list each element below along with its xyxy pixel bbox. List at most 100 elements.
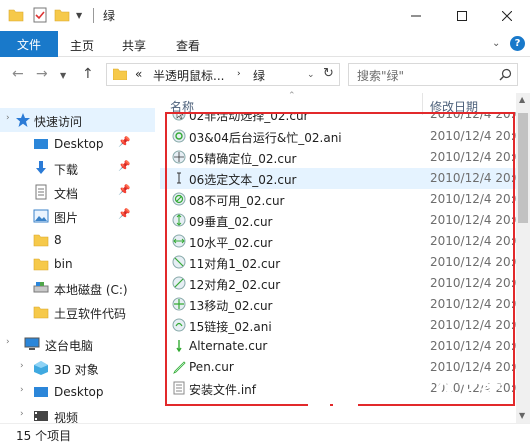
sidebar-item-label: Desktop	[54, 137, 104, 151]
tab-home[interactable]: 主页	[70, 37, 94, 54]
list-item[interactable]: 08不可用_02.cur 2010/12/4 20:0	[160, 189, 516, 210]
animated-cursor-icon	[172, 129, 186, 143]
cursor-file-icon	[172, 192, 186, 206]
list-item[interactable]: Alternate.cur 2010/12/4 20:0	[160, 336, 516, 357]
watermark-url: www.win10xitong.com	[376, 406, 512, 420]
recent-locations-icon[interactable]: ▼	[60, 71, 66, 80]
chevron-right-icon[interactable]: ›	[20, 361, 24, 371]
maximize-button[interactable]	[439, 0, 485, 31]
list-item[interactable]: 10水平_02.cur 2010/12/4 20:0	[160, 231, 516, 252]
title-divider	[93, 8, 94, 23]
file-name: 安装文件.inf	[189, 383, 256, 397]
sidebar-item-downloads[interactable]: 下载 📌	[0, 156, 155, 180]
sidebar-item-label: 文档	[54, 187, 79, 201]
list-item[interactable]: 11对角1_02.cur 2010/12/4 20:0	[160, 252, 516, 273]
search-input[interactable]: 搜索"绿"	[348, 63, 518, 86]
chevron-right-icon[interactable]: ›	[20, 409, 24, 419]
video-icon	[34, 411, 48, 421]
list-item[interactable]: 09垂直_02.cur 2010/12/4 20:0	[160, 210, 516, 231]
sidebar-item-label: 本地磁盘 (C:)	[54, 283, 128, 297]
sidebar-item-label: 这台电脑	[45, 339, 94, 353]
minimize-button[interactable]	[393, 0, 439, 31]
tab-view[interactable]: 查看	[176, 37, 200, 54]
refresh-icon[interactable]: ↻	[323, 66, 334, 81]
sidebar-item-label: 土豆软件代码	[54, 307, 127, 321]
back-arrow-icon[interactable]: ←	[12, 66, 24, 82]
sidebar-item-this-pc[interactable]: › 这台电脑	[0, 332, 155, 356]
file-name: 13移动_02.cur	[189, 299, 273, 313]
close-button[interactable]	[484, 0, 530, 31]
sidebar-item-label: 下载	[54, 163, 79, 177]
inf-file-icon	[173, 381, 185, 395]
tab-share[interactable]: 共享	[122, 37, 146, 54]
drive-icon	[33, 282, 49, 293]
sidebar-item-desktop[interactable]: Desktop 📌	[0, 132, 155, 156]
scrollbar-thumb[interactable]	[518, 113, 528, 223]
tab-file[interactable]: 文件	[0, 31, 58, 57]
list-item[interactable]: 06选定文本_02.cur 2010/12/4 20:0	[160, 168, 516, 189]
sidebar-item-3d-objects[interactable]: › 3D 对象	[0, 356, 155, 380]
file-date: 2010/12/4 20:0	[430, 255, 516, 269]
sidebar-item-folder-tudou[interactable]: 土豆软件代码	[0, 300, 155, 324]
sidebar-item-pictures[interactable]: 图片 📌	[0, 204, 155, 228]
cursor-file-icon	[172, 150, 186, 164]
chevron-right-icon[interactable]: ›	[20, 385, 24, 395]
list-item[interactable]: 15链接_02.ani 2010/12/4 20:0	[160, 315, 516, 336]
sidebar-item-desktop-pc[interactable]: › Desktop	[0, 380, 155, 404]
pen-cursor-icon	[173, 361, 186, 374]
cursor-file-icon	[172, 276, 186, 290]
breadcrumb-overflow[interactable]: «	[135, 67, 142, 81]
sidebar-item-folder-8[interactable]: 8	[0, 228, 155, 252]
folder-icon[interactable]	[8, 7, 24, 23]
list-item[interactable]: 05精确定位_02.cur 2010/12/4 20:0	[160, 147, 516, 168]
sort-ascending-icon: ⌃	[288, 91, 296, 101]
properties-icon[interactable]	[32, 7, 48, 23]
breadcrumb-separator[interactable]: ›	[237, 69, 241, 79]
text-cursor-icon	[177, 172, 181, 184]
list-item[interactable]: 13移动_02.cur 2010/12/4 20:0	[160, 294, 516, 315]
close-icon	[502, 10, 512, 21]
file-name: 15链接_02.ani	[189, 320, 272, 334]
computer-icon	[24, 337, 40, 350]
sidebar-item-videos[interactable]: › 视频	[0, 404, 155, 423]
customize-quick-access-icon[interactable]: ▼	[76, 11, 92, 27]
sidebar-item-quick-access[interactable]: › 快速访问	[0, 108, 155, 132]
cursor-file-icon	[172, 255, 186, 269]
scroll-up-icon[interactable]: ▲	[519, 95, 525, 104]
forward-arrow-icon[interactable]: →	[36, 66, 48, 82]
sidebar-item-label: Desktop	[54, 385, 104, 399]
chevron-right-icon[interactable]: ›	[6, 337, 10, 347]
file-name: Alternate.cur	[189, 339, 268, 353]
pin-icon: 📌	[118, 137, 131, 148]
sidebar-item-local-disk[interactable]: 本地磁盘 (C:)	[0, 276, 155, 300]
file-name: Pen.cur	[189, 360, 234, 374]
new-folder-icon[interactable]	[54, 7, 70, 23]
file-name: 09垂直_02.cur	[189, 215, 273, 229]
chevron-right-icon[interactable]: ›	[6, 113, 10, 123]
folder-icon	[113, 68, 127, 80]
sidebar-item-label: 视频	[54, 411, 79, 423]
file-date: 2010/12/4 20:0	[430, 297, 516, 311]
navigation-pane: › 快速访问 Desktop 📌 下载 📌 文档 📌 图片 📌 8 bin 本地…	[0, 93, 160, 423]
help-icon[interactable]: ?	[510, 36, 525, 51]
file-date: 2010/12/4 20:0	[430, 192, 516, 206]
file-name: 10水平_02.cur	[189, 236, 273, 250]
up-arrow-icon[interactable]: ↑	[82, 66, 94, 82]
sidebar-item-label: 快速访问	[34, 115, 83, 129]
file-date: 2010/12/4 20:0	[430, 171, 516, 185]
address-bar[interactable]: « 半透明鼠标... › 绿 ⌄ ↻	[106, 63, 340, 86]
expand-ribbon-icon[interactable]: ⌄	[492, 38, 500, 49]
folder-icon	[33, 306, 49, 319]
breadcrumb-parent[interactable]: 半透明鼠标...	[153, 67, 224, 84]
breadcrumb-current[interactable]: 绿	[253, 67, 265, 84]
file-date: 2010/12/4 20:0	[430, 150, 516, 164]
list-item[interactable]: 02非活动选择_02.cur 2010/12/4 20:0	[160, 112, 516, 125]
chevron-down-icon[interactable]: ⌄	[307, 70, 315, 80]
search-icon	[499, 68, 512, 81]
folder-icon	[33, 258, 49, 271]
sidebar-item-folder-bin[interactable]: bin	[0, 252, 155, 276]
cursor-file-icon	[172, 297, 186, 311]
list-item[interactable]: 12对角2_02.cur 2010/12/4 20:0	[160, 273, 516, 294]
list-item[interactable]: 03&04后台运行&忙_02.ani 2010/12/4 20:0	[160, 126, 516, 147]
sidebar-item-documents[interactable]: 文档 📌	[0, 180, 155, 204]
